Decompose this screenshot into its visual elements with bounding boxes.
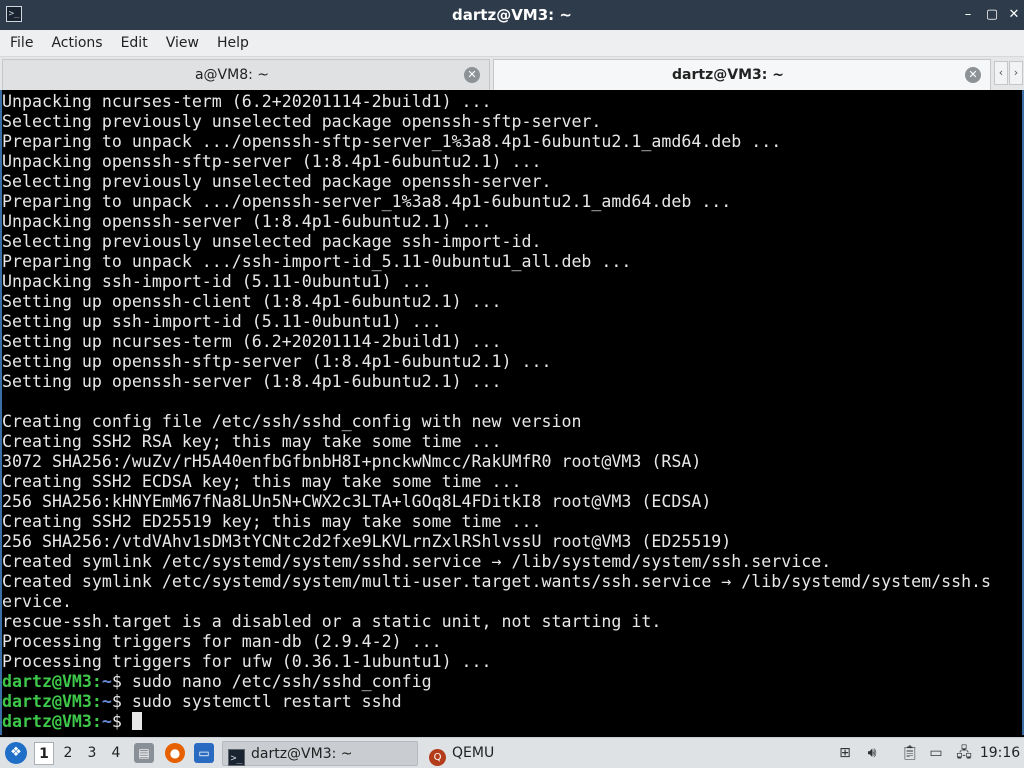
start-menu-icon[interactable]: ❖ [5, 742, 27, 764]
prompt-command: sudo nano /etc/ssh/sshd_config [131, 672, 432, 691]
title-bar: >_ dartz@VM3: ~ – ▢ ✕ [0, 0, 1024, 30]
tab-label: a@VM8: ~ [194, 67, 270, 83]
menu-actions[interactable]: Actions [42, 30, 111, 57]
output-line: Setting up openssh-client (1:8.4p1-6ubun… [2, 292, 502, 311]
prompt-symbol: $ [111, 672, 132, 691]
output-line: Setting up openssh-sftp-server (1:8.4p1-… [2, 352, 552, 371]
tab-vm3[interactable]: dartz@VM3: ~ ✕ [493, 59, 991, 90]
tab-scroll-left-icon[interactable]: ‹ [994, 61, 1008, 85]
prompt-path: ~ [101, 672, 112, 691]
workspace-4-button[interactable]: 4 [106, 742, 126, 765]
taskbar: ❖ 1 2 3 4 ▤ ● ▭ >_ dartz@VM3: ~ Q QEMU ⊞ 🔊… [0, 737, 1024, 768]
firefox-icon[interactable]: ● [165, 743, 185, 763]
clipboard-icon[interactable]: 📋︎ [900, 743, 920, 763]
terminal-output: Unpacking ncurses-term (6.2+20201114-2bu… [2, 92, 1022, 732]
window-title: dartz@VM3: ~ [452, 6, 572, 24]
workspace-3-button[interactable]: 3 [82, 742, 102, 765]
tab-scroll-right-icon[interactable]: › [1009, 61, 1023, 85]
output-line: Selecting previously unselected package … [2, 112, 602, 131]
output-line: Processing triggers for ufw (0.36.1-1ubu… [2, 652, 492, 671]
output-line: Creating SSH2 RSA key; this may take som… [2, 432, 502, 451]
output-line: rescue-ssh.target is a disabled or a sta… [2, 612, 662, 631]
qemu-icon: Q [429, 749, 446, 766]
close-icon[interactable]: ✕ [1005, 6, 1023, 24]
output-line: Preparing to unpack .../ssh-import-id_5.… [2, 252, 632, 271]
workspace-2-button[interactable]: 2 [58, 742, 78, 765]
task-label: dartz@VM3: ~ [251, 746, 353, 762]
output-line: Selecting previously unselected package … [2, 232, 542, 251]
output-line: Created symlink /etc/systemd/system/sshd… [2, 552, 832, 571]
task-qemu-button[interactable]: Q QEMU [424, 741, 604, 766]
tab-vm8[interactable]: a@VM8: ~ ✕ [2, 59, 490, 90]
prompt-path: ~ [101, 692, 112, 711]
battery-icon[interactable]: ▭ [926, 743, 946, 763]
output-line: Unpacking ssh-import-id (5.11-0ubuntu1) … [2, 272, 432, 291]
task-terminal-button[interactable]: >_ dartz@VM3: ~ [222, 741, 418, 766]
output-line: Setting up openssh-server (1:8.4p1-6ubun… [2, 372, 502, 391]
maximize-icon[interactable]: ▢ [983, 6, 1001, 24]
task-label: QEMU [452, 745, 495, 761]
prompt-command: sudo systemctl restart sshd [131, 692, 402, 711]
output-line: Processing triggers for man-db (2.9.4-2)… [2, 632, 442, 651]
output-line: Creating SSH2 ED25519 key; this may take… [2, 512, 542, 531]
output-line: 256 SHA256:kHNYEmM67fNa8LUn5N+CWX2c3LTA+… [2, 492, 712, 511]
prompt-path: ~ [101, 712, 112, 731]
output-line: Unpacking openssh-sftp-server (1:8.4p1-6… [2, 152, 542, 171]
tab-close-icon[interactable]: ✕ [965, 67, 981, 83]
terminal-icon: >_ [228, 749, 245, 766]
output-line: Preparing to unpack .../openssh-sftp-ser… [2, 132, 782, 151]
workspace-1-button[interactable]: 1 [34, 742, 54, 765]
prompt-separator: : [91, 712, 102, 731]
output-line: ervice. [2, 592, 72, 611]
minimize-icon[interactable]: – [959, 6, 977, 24]
menu-view[interactable]: View [157, 30, 208, 57]
prompt-line: dartz@VM3:~$ sudo systemctl restart sshd [2, 692, 1022, 712]
output-line: Unpacking ncurses-term (6.2+20201114-2bu… [2, 92, 492, 111]
menu-help[interactable]: Help [208, 30, 258, 57]
prompt-user: dartz@VM3 [2, 712, 92, 731]
prompt-line-current[interactable]: dartz@VM3:~$ [2, 712, 1022, 732]
menu-file[interactable]: File [0, 30, 42, 57]
prompt-separator: : [91, 672, 102, 691]
prompt-symbol: $ [111, 712, 132, 731]
text-cursor [131, 712, 142, 730]
tab-bar: a@VM8: ~ ✕ dartz@VM3: ~ ✕ [0, 57, 1024, 90]
output-line: Creating SSH2 ECDSA key; this may take s… [2, 472, 522, 491]
app-grid-icon[interactable]: ⊞ [835, 743, 855, 763]
file-manager-icon[interactable]: ▤ [134, 743, 154, 763]
output-line: Creating config file /etc/ssh/sshd_confi… [2, 412, 582, 431]
output-line: Unpacking openssh-server (1:8.4p1-6ubunt… [2, 212, 492, 231]
prompt-user: dartz@VM3 [2, 692, 92, 711]
prompt-symbol: $ [111, 692, 132, 711]
output-line: 256 SHA256:/vtdVAhv1sDM3tYCNtc2d2fxe9LKV… [2, 532, 732, 551]
output-line: Preparing to unpack .../openssh-server_1… [2, 192, 732, 211]
network-icon[interactable]: 🖧︎ [954, 743, 974, 763]
output-line-blank [2, 392, 1022, 412]
terminal-view[interactable]: Unpacking ncurses-term (6.2+20201114-2bu… [0, 90, 1024, 735]
output-line: Setting up ssh-import-id (5.11-0ubuntu1)… [2, 312, 442, 331]
output-line: Setting up ncurses-term (6.2+20201114-2b… [2, 332, 502, 351]
output-line: Selecting previously unselected package … [2, 172, 552, 191]
volume-icon[interactable]: 🔊︎ [862, 743, 882, 763]
prompt-line: dartz@VM3:~$ sudo nano /etc/ssh/sshd_con… [2, 672, 1022, 692]
menu-edit[interactable]: Edit [112, 30, 157, 57]
prompt-separator: : [91, 692, 102, 711]
tab-close-icon[interactable]: ✕ [464, 67, 480, 83]
show-desktop-icon[interactable]: ▭ [194, 743, 214, 763]
tab-label: dartz@VM3: ~ [672, 67, 784, 83]
menu-bar: File Actions Edit View Help [0, 30, 1024, 57]
output-line: Created symlink /etc/systemd/system/mult… [2, 572, 992, 591]
output-line: 3072 SHA256:/wuZv/rH5A40enfbGfbnbH8I+pnc… [2, 452, 702, 471]
prompt-user: dartz@VM3 [2, 672, 92, 691]
clock[interactable]: 19:16 [978, 738, 1022, 768]
